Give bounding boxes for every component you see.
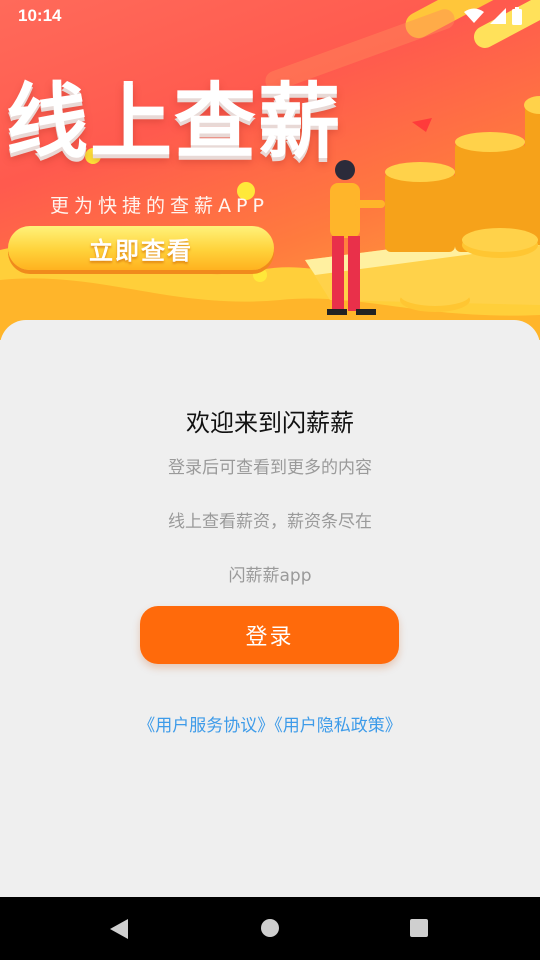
wifi-icon xyxy=(464,8,484,23)
welcome-description-line: 登录后可查看到更多的内容 xyxy=(168,458,372,478)
view-now-button[interactable]: 立即查看 xyxy=(8,226,274,270)
user-service-agreement-link[interactable]: 《用户服务协议》 xyxy=(138,716,274,736)
welcome-description-line: 闪薪薪app xyxy=(228,566,312,586)
system-navigation-bar xyxy=(0,897,540,960)
login-button[interactable]: 登录 xyxy=(140,606,399,664)
status-bar: 10:14 xyxy=(0,0,540,32)
promo-banner[interactable]: 线上查薪 更为快捷的查薪APP 立即查看 xyxy=(0,0,540,340)
status-time: 10:14 xyxy=(18,6,62,25)
welcome-description-line: 线上查看薪资，薪资条尽在 xyxy=(168,512,372,532)
banner-title: 线上查薪 xyxy=(6,75,343,170)
agreement-links: 《用户服务协议》《用户隐私政策》 xyxy=(0,711,540,736)
banner-subtitle: 更为快捷的查薪APP xyxy=(50,195,269,217)
back-icon[interactable] xyxy=(108,917,130,941)
home-icon[interactable] xyxy=(259,917,281,939)
recents-icon[interactable] xyxy=(408,917,430,939)
user-privacy-policy-link[interactable]: 《用户隐私政策》 xyxy=(274,716,402,736)
banner-illustration xyxy=(0,0,540,340)
battery-icon xyxy=(512,7,522,25)
welcome-title: 欢迎来到闪薪薪 xyxy=(186,409,354,437)
signal-icon xyxy=(490,8,506,24)
